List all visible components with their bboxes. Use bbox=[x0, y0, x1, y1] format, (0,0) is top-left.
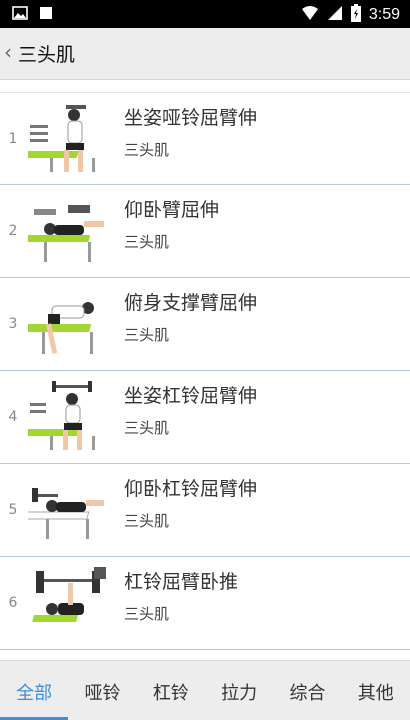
item-index: 1 bbox=[8, 131, 18, 147]
tab-label: 杠铃 bbox=[152, 683, 189, 704]
wifi-icon bbox=[301, 5, 319, 25]
list-item[interactable]: 5 仰卧杠铃屈臂伸 三头肌 bbox=[0, 464, 410, 557]
exercise-thumbnail bbox=[24, 470, 110, 552]
item-index: 2 bbox=[8, 223, 18, 239]
exercise-list: 1 坐姿哑铃屈臂伸 三头肌 2 仰卧臂屈伸 三头肌 3 俯身支撑臂屈伸 三头肌 … bbox=[0, 92, 410, 650]
item-index: 5 bbox=[8, 502, 18, 518]
tab-all[interactable]: 全部 bbox=[0, 661, 69, 720]
exercise-name: 杠铃屈臂卧推 bbox=[124, 571, 239, 593]
exercise-name: 俯身支撑臂屈伸 bbox=[124, 292, 258, 314]
tab-dumbbell[interactable]: 哑铃 bbox=[68, 661, 136, 720]
item-index: 4 bbox=[8, 409, 18, 425]
exercise-category: 三头肌 bbox=[124, 233, 170, 251]
category-tab-bar: 全部 哑铃 杠铃 拉力 综合 其他 bbox=[0, 660, 410, 720]
back-icon[interactable]: ‹ bbox=[4, 40, 12, 64]
tab-label: 哑铃 bbox=[84, 683, 121, 704]
app-bar: ‹ 三头肌 bbox=[0, 28, 410, 80]
exercise-category: 三头肌 bbox=[124, 605, 170, 623]
tab-cable[interactable]: 拉力 bbox=[205, 661, 273, 720]
tab-barbell[interactable]: 杠铃 bbox=[137, 661, 205, 720]
tab-label: 拉力 bbox=[221, 683, 258, 704]
tab-label: 全部 bbox=[16, 683, 53, 704]
list-item[interactable]: 4 坐姿杠铃屈臂伸 三头肌 bbox=[0, 371, 410, 464]
exercise-category: 三头肌 bbox=[124, 141, 170, 159]
page-title: 三头肌 bbox=[18, 44, 76, 66]
tab-compound[interactable]: 综合 bbox=[273, 661, 341, 720]
exercise-category: 三头肌 bbox=[124, 419, 170, 437]
status-time: 3:59 bbox=[368, 6, 400, 23]
image-icon bbox=[12, 5, 28, 25]
list-item[interactable]: 2 仰卧臂屈伸 三头肌 bbox=[0, 185, 410, 278]
item-index: 3 bbox=[8, 316, 18, 332]
list-item[interactable]: 3 俯身支撑臂屈伸 三头肌 bbox=[0, 278, 410, 371]
exercise-name: 坐姿哑铃屈臂伸 bbox=[124, 107, 258, 129]
exercise-name: 仰卧臂屈伸 bbox=[124, 199, 220, 221]
exercise-category: 三头肌 bbox=[124, 326, 170, 344]
exercise-category: 三头肌 bbox=[124, 512, 170, 530]
square-icon bbox=[38, 5, 54, 25]
exercise-thumbnail bbox=[21, 284, 110, 366]
list-item[interactable]: 6 杠铃屈臂卧推 三头肌 bbox=[0, 557, 410, 650]
status-bar: 3:59 bbox=[0, 0, 410, 28]
tab-other[interactable]: 其他 bbox=[342, 661, 410, 720]
signal-icon bbox=[327, 5, 343, 25]
exercise-name: 坐姿杠铃屈臂伸 bbox=[124, 385, 258, 407]
exercise-thumbnail bbox=[20, 99, 110, 181]
exercise-name: 仰卧杠铃屈臂伸 bbox=[124, 478, 258, 500]
tab-label: 综合 bbox=[289, 683, 326, 704]
tab-label: 其他 bbox=[357, 683, 394, 704]
item-index: 6 bbox=[8, 595, 18, 611]
exercise-thumbnail bbox=[20, 377, 110, 459]
battery-icon bbox=[350, 4, 361, 26]
exercise-thumbnail bbox=[22, 191, 110, 273]
exercise-thumbnail bbox=[28, 563, 110, 645]
list-item[interactable]: 1 坐姿哑铃屈臂伸 三头肌 bbox=[0, 92, 410, 185]
